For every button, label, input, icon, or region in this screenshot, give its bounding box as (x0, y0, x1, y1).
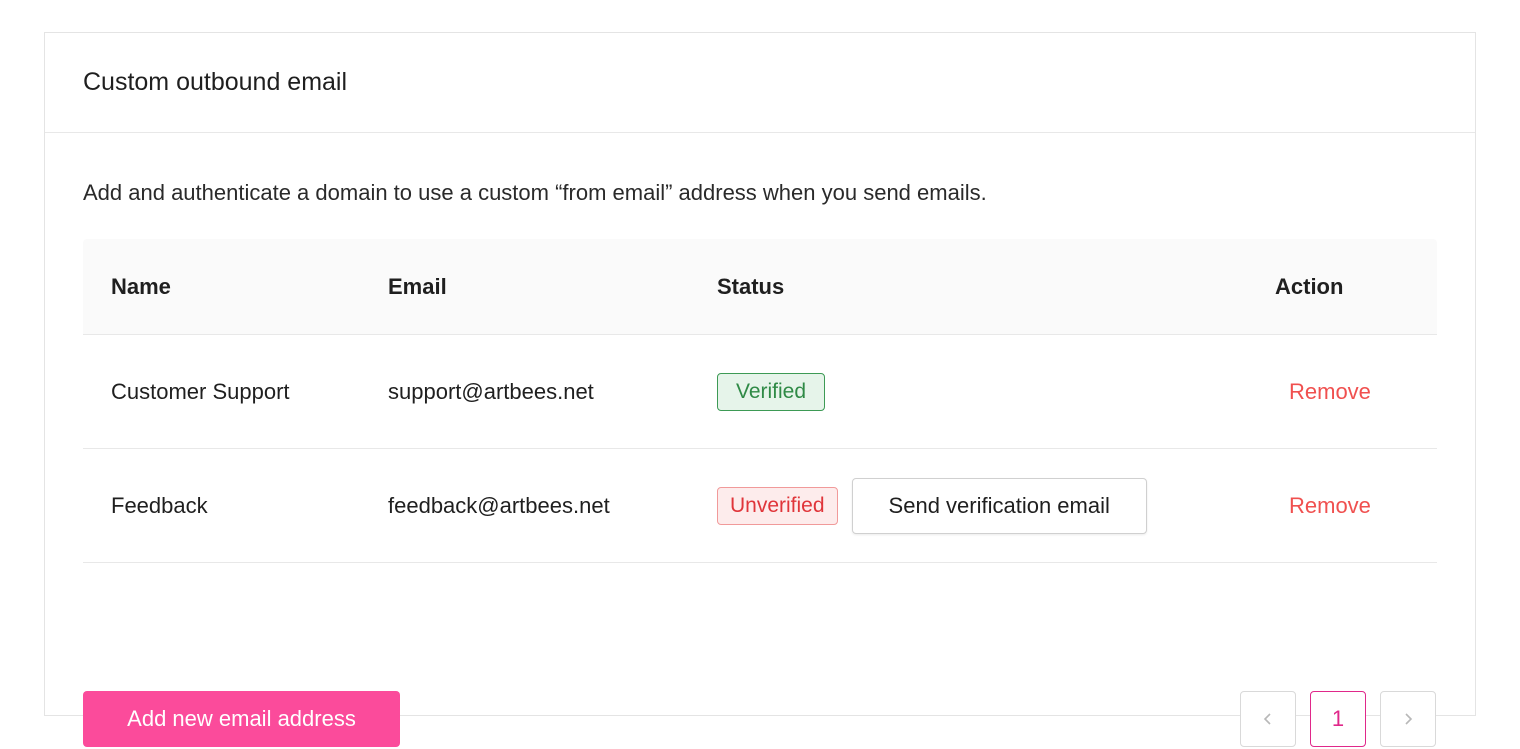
row-name: Feedback (111, 493, 208, 518)
row-status: Verified (717, 335, 826, 449)
row-name: Customer Support (111, 379, 290, 404)
prev-page-button[interactable] (1240, 691, 1296, 747)
header-name: Name (111, 274, 171, 299)
table-row: Customer Support support@artbees.net Ver… (83, 335, 1437, 449)
row-action: Remove (1289, 335, 1371, 449)
row-email: feedback@artbees.net (388, 493, 610, 518)
card-header: Custom outbound email (45, 33, 1475, 133)
row-email: support@artbees.net (388, 379, 594, 404)
chevron-right-icon (1405, 713, 1413, 725)
card-title: Custom outbound email (83, 68, 348, 96)
table-row: Feedback feedback@artbees.net Unverified… (83, 449, 1437, 563)
pagination: 1 (1240, 691, 1436, 747)
table-header: Name Email Status Action (83, 239, 1437, 335)
remove-link[interactable]: Remove (1289, 379, 1371, 405)
header-status: Status (717, 274, 785, 299)
row-status: Unverified Send verification email (717, 449, 1147, 563)
email-table: Name Email Status Action Customer Suppor… (83, 239, 1437, 563)
add-new-email-address-button[interactable]: Add new email address (83, 691, 400, 747)
status-badge-unverified: Unverified (717, 487, 838, 525)
header-action: Action (1275, 274, 1344, 299)
custom-outbound-email-card: Custom outbound email Add and authentica… (44, 32, 1476, 747)
send-verification-email-button[interactable]: Send verification email (851, 478, 1147, 534)
status-badge-verified: Verified (717, 373, 826, 411)
page-number-button[interactable]: 1 (1310, 691, 1366, 747)
header-email: Email (388, 274, 447, 299)
chevron-left-icon (1263, 713, 1271, 725)
row-action: Remove (1289, 449, 1371, 563)
next-page-button[interactable] (1380, 691, 1436, 747)
card-description: Add and authenticate a domain to use a c… (83, 180, 987, 205)
remove-link[interactable]: Remove (1289, 493, 1371, 519)
